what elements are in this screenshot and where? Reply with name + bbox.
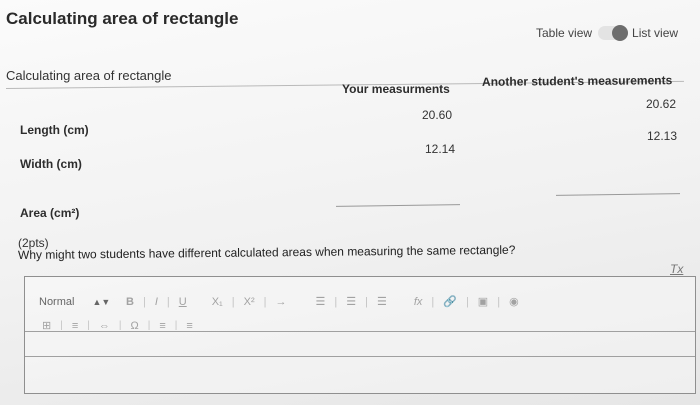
select-arrows-icon: ▲▼ [92,296,111,307]
align-center-icon[interactable]: ☰ [346,295,356,308]
outdent-icon[interactable]: ≡ [186,320,192,332]
paragraph-format-select[interactable]: Normal ▲▼ [39,296,123,308]
toolbar-separator: | [365,295,368,308]
toolbar-separator: | [431,295,435,308]
width-yours-value: 12.14 [425,142,456,156]
view-toggle-switch[interactable] [598,25,629,41]
toolbar-separator: | [87,320,90,331]
toolbar-separator: | [166,295,170,308]
list-view-label[interactable]: List view [632,26,678,40]
row-label-area: Area (cm²) [20,206,80,220]
toolbar-separator: | [142,295,146,308]
column-header-yours: Your measurments [342,82,450,96]
view-toggle[interactable]: Table view List view [536,25,678,41]
toolbar-separator: | [497,295,501,308]
length-other-value: 20.62 [646,97,677,111]
align-right-icon[interactable]: ☰ [377,295,387,308]
toolbar-separator: | [263,295,267,308]
bold-button[interactable]: B [126,296,134,308]
indent-icon[interactable]: ≡ [159,320,165,332]
underline-button[interactable]: U [179,296,187,308]
toolbar-separator: | [231,295,235,308]
toolbar-separator: | [174,320,178,331]
toolbar-separator: | [60,320,63,331]
arrow-icon[interactable]: → [275,296,286,308]
question-text: Why might two students have different ca… [17,242,516,262]
toolbar-separator: | [118,320,122,331]
italic-button[interactable]: I [155,296,158,308]
toolbar-divider [25,331,695,332]
row-label-width: Width (cm) [20,157,82,171]
table-view-label[interactable]: Table view [536,26,592,40]
toggle-knob [612,25,629,41]
clear-format-icon[interactable]: Tx [670,262,683,276]
toolbar-separator: | [465,295,469,308]
image-icon[interactable]: ▣ [478,295,488,308]
media-icon[interactable]: ◉ [509,295,519,308]
toolbar-separator: | [147,320,151,331]
toolbar-separator: | [334,295,338,308]
area-yours-blank[interactable] [335,204,461,207]
superscript-button[interactable]: X² [244,296,255,308]
format-select-value: Normal [39,295,75,308]
page-title: Calculating area of rectangle [6,9,239,28]
formula-button[interactable]: fx [414,296,423,308]
column-header-other: Another student's measurements [481,73,673,89]
width-other-value: 12.13 [647,129,678,143]
align-left-icon[interactable]: ☰ [315,295,325,308]
editor-toolbar: Normal ▲▼ B | I | U X₁ | X² | → ☰ | ☰ | … [25,277,695,357]
row-label-length: Length (cm) [20,123,89,137]
subscript-button[interactable]: X₁ [212,296,223,308]
area-other-blank[interactable] [555,193,681,196]
link-icon[interactable]: 🔗 [443,295,457,308]
length-yours-value: 20.60 [422,108,453,122]
answer-editor[interactable]: Normal ▲▼ B | I | U X₁ | X² | → ☰ | ☰ | … [24,276,696,394]
special-character-icon[interactable]: Ω [130,320,138,332]
text-direction-icon[interactable]: ⇔ [99,320,110,332]
list-icon[interactable]: ≡ [72,320,78,332]
table-title: Calculating area of rectangle [6,68,172,83]
